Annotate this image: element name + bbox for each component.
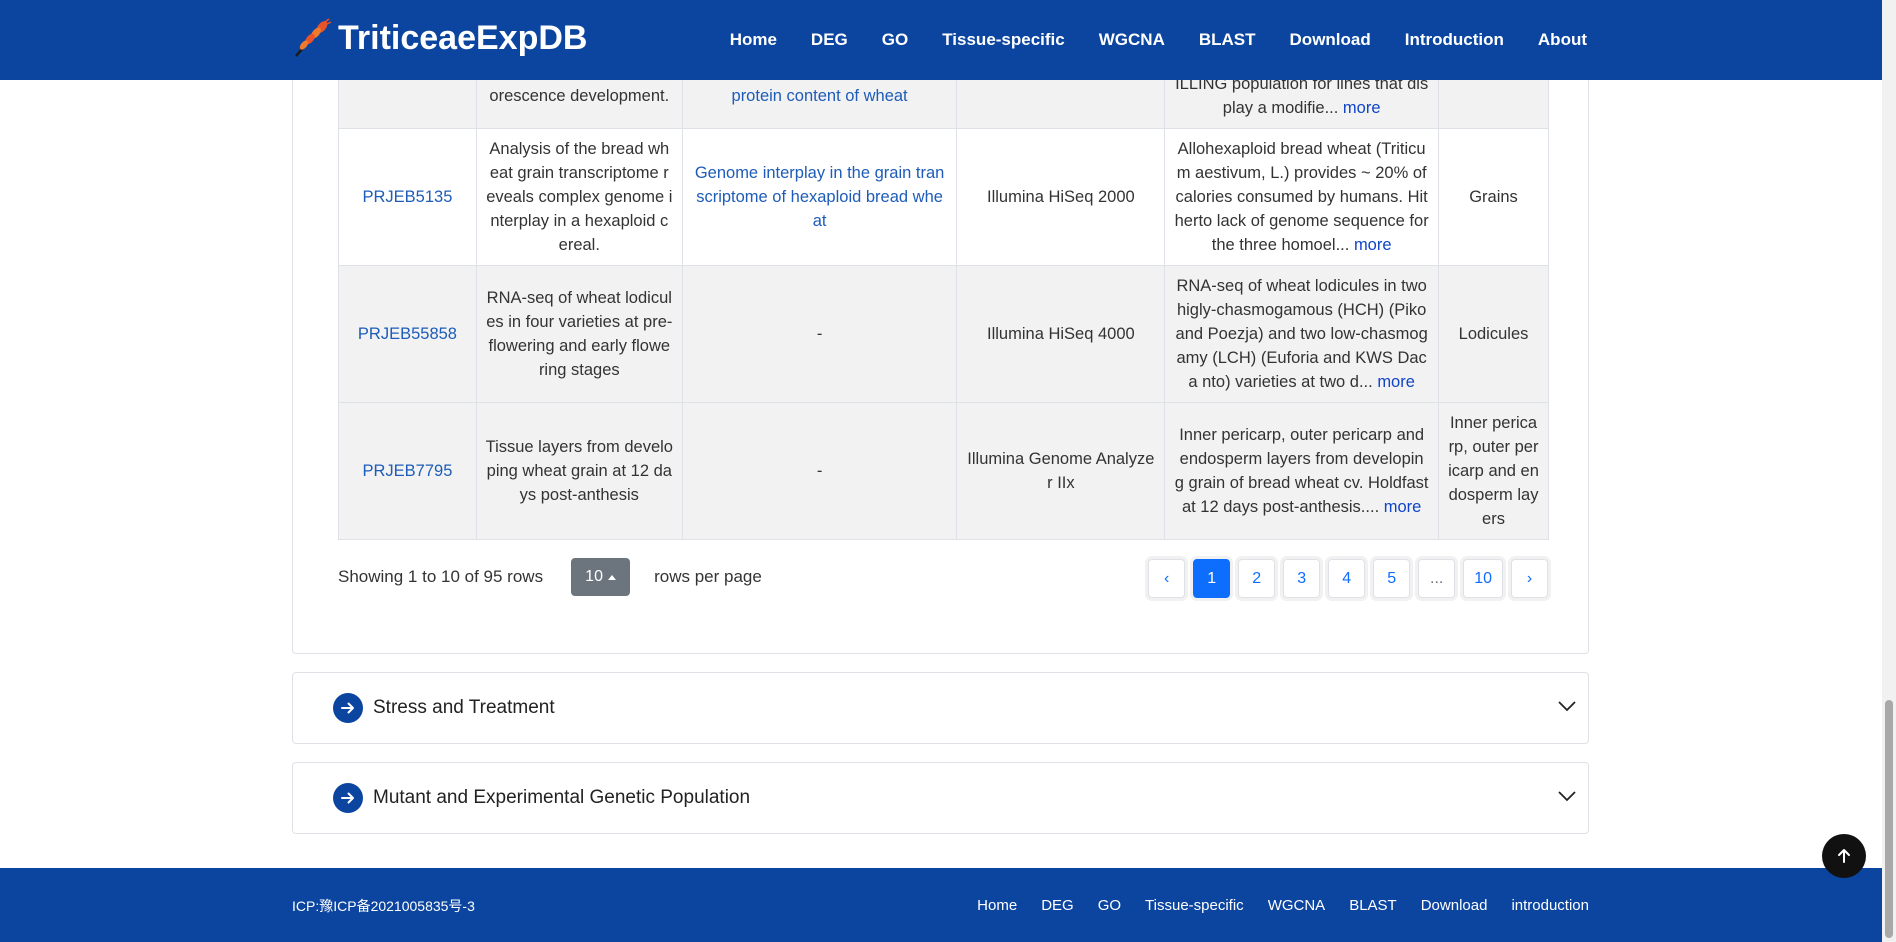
arrow-up-icon — [1838, 849, 1850, 863]
publication-link[interactable]: Genome interplay in the grain tran scrip… — [695, 164, 944, 230]
arrow-right-circle-icon — [333, 693, 363, 723]
pagination: ‹ 1 2 3 4 5 ... 10 › — [1140, 559, 1548, 598]
title-cell: Tissue layers from develo ping wheat gra… — [475, 402, 683, 540]
top-navbar: TriticeaeExpDB Home DEG GO Tissue-specif… — [0, 0, 1882, 80]
more-link[interactable]: more — [1377, 373, 1415, 391]
nav-download[interactable]: Download — [1290, 30, 1371, 50]
project-cell: PRJEB55858 — [338, 265, 477, 403]
page-button-5[interactable]: 5 — [1373, 559, 1411, 598]
page-prev-button[interactable]: ‹ — [1148, 559, 1186, 598]
project-link[interactable]: PRJEB55858 — [358, 325, 457, 343]
footer-blast[interactable]: BLAST — [1349, 897, 1397, 914]
page-size-dropdown[interactable]: 10 — [571, 558, 631, 596]
chevron-down-icon[interactable] — [1556, 695, 1578, 717]
tissue-cell: Lodicules — [1438, 265, 1549, 403]
rows-count-text: Showing 1 to 10 of 95 rows — [338, 567, 544, 586]
project-cell: PRJEB5135 — [338, 128, 477, 266]
icp-license[interactable]: ICP:豫ICP备2021005835号-3 — [292, 896, 475, 916]
page-ellipsis[interactable]: ... — [1418, 559, 1456, 598]
brand-name: TriticeaeExpDB — [338, 18, 588, 57]
platform-cell: Illumina HiSeq 4000 — [956, 265, 1166, 403]
more-link[interactable]: more — [1354, 236, 1392, 254]
nav-home[interactable]: Home — [730, 30, 777, 50]
footer-go[interactable]: GO — [1098, 897, 1121, 914]
platform-cell: Illumina Genome Analyze r IIx — [956, 402, 1166, 540]
mutant-population-panel[interactable]: Mutant and Experimental Genetic Populati… — [292, 762, 1589, 834]
nav-tissue-specific[interactable]: Tissue-specific — [942, 30, 1065, 50]
publication-link[interactable]: protein content of wheat — [732, 87, 908, 105]
nav-go[interactable]: GO — [882, 30, 908, 50]
summary-cell: RNA-seq of wheat lodicules in two higly-… — [1164, 265, 1440, 403]
project-cell: PRJEB7795 — [338, 402, 477, 540]
publication-cell: - — [681, 402, 958, 540]
more-link[interactable]: more — [1343, 99, 1381, 117]
rows-per-page-label: rows per page — [654, 567, 762, 586]
footer-wgcna[interactable]: WGCNA — [1268, 897, 1326, 914]
publication-cell: - — [681, 265, 958, 403]
page-button-2[interactable]: 2 — [1238, 559, 1276, 598]
project-link[interactable]: PRJEB5135 — [363, 188, 453, 206]
dataset-table: orescence development. protein content o… — [338, 60, 1549, 540]
arrow-right-circle-icon — [333, 783, 363, 813]
table-row: PRJEB7795 Tissue layers from develo ping… — [338, 402, 1549, 540]
page-button-10[interactable]: 10 — [1463, 559, 1503, 598]
page-scrollbar[interactable] — [1882, 0, 1896, 942]
brand[interactable]: TriticeaeExpDB — [292, 18, 587, 58]
project-link[interactable]: PRJEB7795 — [363, 462, 453, 480]
stress-treatment-panel[interactable]: Stress and Treatment — [292, 672, 1589, 744]
page-next-button[interactable]: › — [1511, 559, 1548, 598]
tissue-cell: Inner perica rp, outer per icarp and en … — [1438, 402, 1549, 540]
publication-cell: Genome interplay in the grain tran scrip… — [681, 128, 958, 266]
nav-about[interactable]: About — [1538, 30, 1587, 50]
panel-title: Stress and Treatment — [373, 697, 555, 718]
back-to-top-button[interactable] — [1822, 834, 1866, 878]
title-cell: Analysis of the bread wh eat grain trans… — [475, 128, 683, 266]
footer: ICP:豫ICP备2021005835号-3 Home DEG GO Tissu… — [0, 868, 1882, 942]
page-button-1[interactable]: 1 — [1193, 559, 1231, 598]
footer-download[interactable]: Download — [1421, 897, 1488, 914]
nav-links: Home DEG GO Tissue-specific WGCNA BLAST … — [696, 0, 1587, 80]
page-button-3[interactable]: 3 — [1283, 559, 1321, 598]
chevron-down-icon[interactable] — [1556, 785, 1578, 807]
more-link[interactable]: more — [1384, 498, 1422, 516]
panel-title: Mutant and Experimental Genetic Populati… — [373, 787, 751, 808]
nav-blast[interactable]: BLAST — [1199, 30, 1256, 50]
wheat-logo-icon — [295, 18, 332, 57]
nav-deg[interactable]: DEG — [811, 30, 848, 50]
dataset-card: orescence development. protein content o… — [292, 60, 1589, 654]
nav-wgcna[interactable]: WGCNA — [1099, 30, 1165, 50]
tissue-cell: Grains — [1438, 128, 1549, 266]
title-cell: RNA-seq of wheat lodicul es in four vari… — [475, 265, 683, 403]
platform-cell: Illumina HiSeq 2000 — [956, 128, 1166, 266]
scrollbar-thumb[interactable] — [1885, 700, 1893, 938]
footer-introduction[interactable]: introduction — [1511, 897, 1589, 914]
footer-links: Home DEG GO Tissue-specific WGCNA BLAST … — [953, 897, 1589, 914]
nav-introduction[interactable]: Introduction — [1405, 30, 1504, 50]
page-button-4[interactable]: 4 — [1328, 559, 1366, 598]
footer-tissue-specific[interactable]: Tissue-specific — [1145, 897, 1244, 914]
footer-deg[interactable]: DEG — [1041, 897, 1074, 914]
summary-cell: Inner pericarp, outer pericarp and endos… — [1164, 402, 1440, 540]
summary-cell: Allohexaploid bread wheat (Triticu m aes… — [1164, 128, 1440, 266]
caret-up-icon — [607, 574, 616, 580]
table-row: PRJEB5135 Analysis of the bread wh eat g… — [338, 128, 1549, 266]
footer-home[interactable]: Home — [977, 897, 1017, 914]
table-row: PRJEB55858 RNA-seq of wheat lodicul es i… — [338, 265, 1549, 403]
pagination-info: Showing 1 to 10 of 95 rows 10 rows per p… — [338, 558, 762, 596]
